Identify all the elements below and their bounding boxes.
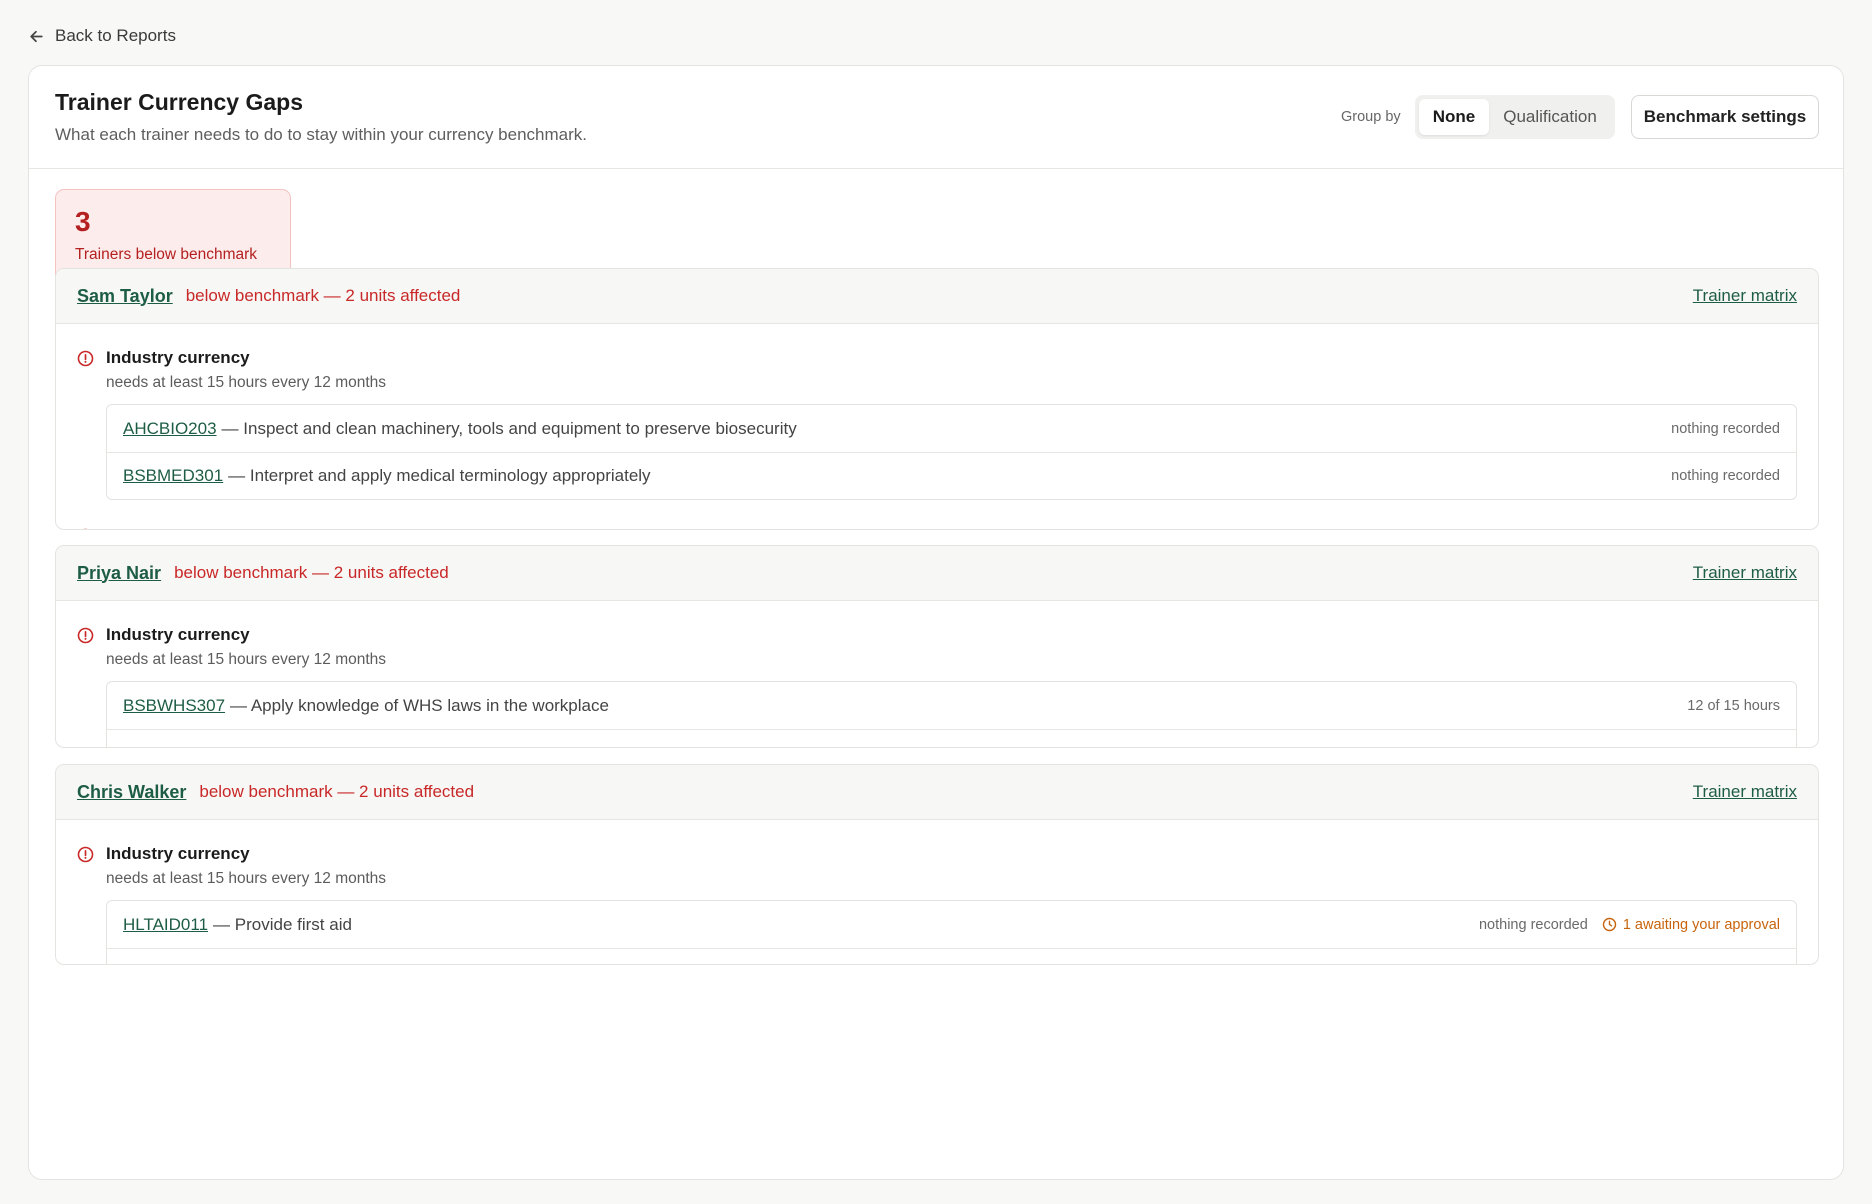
unit-status: 12 of 15 hours [1687,697,1780,714]
trainer-header: Chris Walker below benchmark — 2 units af… [56,765,1818,820]
unit-row: HLTAID011— Provide first aid nothing reco… [107,901,1796,948]
group-by-qualification-option[interactable]: Qualification [1489,99,1611,135]
stat-count: 3 [75,206,91,237]
unit-row: AHCBIO203— Inspect and clean machinery, … [107,405,1796,452]
unit-list: HLTAID011— Provide first aid nothing reco… [106,900,1797,965]
requirement-title: Industry currency [106,625,250,644]
unit-row: BSBWHS411 — Implement and monitor WHS pol… [107,729,1796,748]
unit-status: nothing recorded [1478,916,1588,933]
requirement: Industry currency needs at least 15 hours… [56,844,1818,888]
unit-list: BSBWHS307— Apply knowledge of WHS laws i… [106,681,1797,748]
trainer-status: below benchmark — 2 units affected [174,563,449,582]
requirement-subtitle: needs at least 15 hours every 12 months [106,374,387,391]
trainer-status: below benchmark — 2 units affected [199,782,475,801]
unit-list: AHCBIO203— Inspect and clean machinery, … [106,404,1797,500]
unit-title: — Provide first aid [213,914,352,934]
trainer-name-link[interactable]: Sam Taylor [77,286,173,307]
unit-code-link[interactable]: BSBWHS411 [123,744,224,748]
group-by-toggle: None Qualification [1415,95,1615,139]
report-card: Trainer Currency Gaps What each trainer … [28,65,1844,1180]
alert-circle-icon [77,350,94,367]
group-by-label: Group by [1341,109,1401,125]
unit-status: nothing recorded [1671,746,1780,748]
pending-approval-badge[interactable]: 1 awaiting your approval [1602,917,1780,933]
unit-title: — Implement and monitor WHS policies, pr… [229,744,735,748]
trainer-section: Sam Taylor below benchmark — 2 units affe… [55,268,1819,530]
alert-circle-icon [83,528,88,529]
unit-code-link[interactable]: BSBWHS307 [123,696,225,716]
clock-icon [1602,917,1617,932]
unit-status: 10 of 15 hours [1687,964,1780,965]
unit-row: HLTWHS001 — Participate in workplace heal… [107,948,1796,965]
benchmark-settings-button[interactable]: Benchmark settings [1631,95,1819,139]
requirement: Industry currency needs at least 15 hours… [56,625,1818,669]
trainer-matrix-link[interactable]: Trainer matrix [1693,563,1797,583]
back-label: Back to Reports [55,26,176,45]
requirement-title: Industry currency [106,348,250,367]
trainer-name-link[interactable]: Priya Nair [77,563,161,584]
trainer-matrix-link[interactable]: Trainer matrix [1693,286,1797,306]
unit-status: nothing recorded [1671,420,1780,437]
pending-approval-text: 1 awaiting your approval [1622,916,1780,933]
unit-row: BSBWHS307— Apply knowledge of WHS laws i… [107,682,1796,729]
unit-code-link[interactable]: AHCBIO203 [123,419,217,439]
trainer-status: below benchmark — 2 units affected [185,286,461,305]
unit-code-link[interactable]: BSBMED301 [123,466,223,486]
trainer-section: Priya Nair below benchmark — 2 units affe… [55,545,1819,748]
unit-status: nothing recorded [1671,468,1780,484]
report-header: Trainer Currency Gaps What each trainer … [29,66,1843,169]
page-subtitle: What each trainer needs to do to stay wi… [55,125,587,144]
back-to-reports-link[interactable]: Back to Reports [28,26,176,46]
unit-code-link[interactable]: HLTAID011 [123,915,208,935]
requirement: Industry currency needs at least 15 hours… [56,348,1818,392]
trainer-header: Sam Taylor below benchmark — 2 units affe… [56,269,1818,324]
requirement-title: Training and assessment currency [106,526,1818,529]
unit-row: BSBMED301 — Interpret and apply medical t… [107,452,1796,499]
trainer-name-link[interactable]: Chris Walker [77,782,186,803]
trainer-section: Chris Walker below benchmark — 2 units af… [55,764,1819,965]
group-by-none-option[interactable]: None [1419,99,1489,135]
arrow-left-icon [30,30,43,42]
requirement-subtitle: needs at least 15 hours every 12 months [106,651,387,668]
trainer-header: Priya Nair below benchmark — 2 units affe… [56,546,1818,601]
requirement-title: Industry currency [106,844,250,863]
requirement: Training and assessment currencyneeds at… [56,526,1818,529]
alert-circle-icon [77,846,94,863]
requirement-subtitle: needs at least 15 hours every 12 months [106,870,387,887]
stat-label: Trainers below benchmark [75,246,258,263]
unit-title: — Inspect and clean machinery, tools and… [221,418,797,438]
page-title: Trainer Currency Gaps [55,89,303,115]
unit-title: — Apply knowledge of WHS laws in the wor… [230,695,609,715]
unit-code-link[interactable]: HLTWHS001 [123,962,222,964]
trainer-matrix-link[interactable]: Trainer matrix [1693,782,1797,802]
unit-title: — Interpret and apply medical terminolog… [228,466,651,485]
unit-title: — Participate in workplace health and sa… [227,962,562,964]
alert-circle-icon [77,627,94,644]
